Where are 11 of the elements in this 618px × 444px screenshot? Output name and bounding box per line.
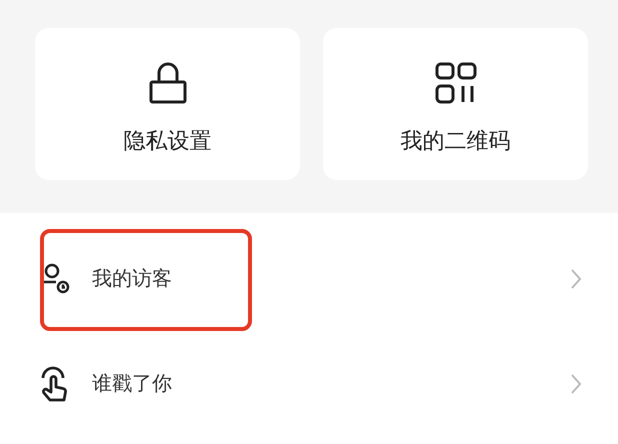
menu-item-label[interactable]: 我的访客 — [92, 265, 570, 292]
grid-icon — [434, 62, 476, 104]
shortcut-label: 我的二维码 — [400, 128, 510, 156]
menu-item-label[interactable]: 谁戳了你 — [92, 370, 570, 397]
chevron-right-icon — [570, 372, 582, 394]
shortcut-label: 隐私设置 — [124, 128, 212, 156]
lock-icon — [148, 62, 188, 104]
tap-icon — [40, 366, 70, 402]
shortcut-card[interactable]: 我的二维码 — [323, 28, 588, 180]
chevron-right-icon — [570, 268, 582, 290]
shortcut-card[interactable]: 隐私设置 — [35, 28, 300, 180]
